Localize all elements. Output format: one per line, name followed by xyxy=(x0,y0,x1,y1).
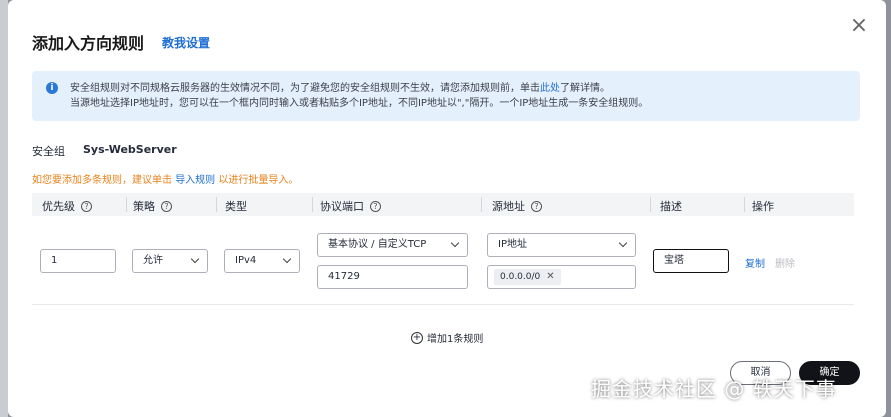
copy-rule-link[interactable]: 复制 xyxy=(745,255,765,270)
description-input[interactable]: 宝塔 xyxy=(653,249,729,273)
security-group-value: Sys-WebServer xyxy=(83,143,177,156)
source-ip-input[interactable]: 0.0.0.0/0 ✕ xyxy=(487,265,636,289)
chevron-down-icon xyxy=(450,238,460,248)
help-icon[interactable]: ? xyxy=(531,200,542,212)
header-action: 操作 xyxy=(752,200,774,213)
row-divider xyxy=(32,304,854,305)
help-icon[interactable]: ? xyxy=(370,200,381,212)
type-select[interactable]: IPv4 xyxy=(224,249,300,273)
watermark: 掘金技术社区 @ 轶天下事 xyxy=(591,377,837,401)
close-icon[interactable]: × xyxy=(849,15,869,37)
header-policy: 策略? xyxy=(133,198,172,214)
dialog-header: 添加入方向规则 教我设置 xyxy=(32,30,210,54)
dialog-title: 添加入方向规则 xyxy=(32,34,145,53)
bulk-import-tip: 如您要添加多条规则，建议单击 导入规则 以进行批量导入。 xyxy=(32,175,299,186)
plus-circle-icon: + xyxy=(411,331,423,344)
info-notice: i 安全组规则对不同规格云服务器的生效情况不同，为了避免您的安全组规则不生效，请… xyxy=(32,71,860,121)
source-type-select[interactable]: IP地址 xyxy=(487,233,636,257)
backdrop xyxy=(0,0,8,417)
security-group-label: 安全组 xyxy=(32,145,65,158)
help-icon[interactable]: ? xyxy=(161,200,172,212)
chevron-down-icon xyxy=(618,238,628,248)
header-description: 描述 xyxy=(660,200,682,213)
security-group-row: 安全组 Sys-WebServer xyxy=(32,143,177,159)
header-protocol-port: 协议端口? xyxy=(320,198,381,214)
chevron-down-icon xyxy=(190,254,200,264)
notice-line-2: 当源地址选择IP地址时，您可以在一个框内同时输入或者粘贴多个IP地址，不同IP地… xyxy=(70,98,649,109)
header-type: 类型 xyxy=(225,200,247,213)
port-input[interactable]: 41729 xyxy=(317,265,468,289)
help-icon[interactable]: ? xyxy=(81,200,92,212)
chevron-down-icon xyxy=(282,254,292,264)
header-priority: 优先级? xyxy=(42,198,92,214)
tag-close-icon[interactable]: ✕ xyxy=(546,271,554,282)
info-icon: i xyxy=(46,82,58,94)
import-rules-link[interactable]: 导入规则 xyxy=(175,175,215,186)
rules-table-header: 优先级? 策略? 类型 协议端口? 源地址? 描述 操作 xyxy=(32,193,854,216)
priority-input[interactable]: 1 xyxy=(40,249,116,273)
add-rule-button[interactable]: + 增加1条规则 xyxy=(411,330,483,345)
header-source: 源地址? xyxy=(492,198,542,214)
notice-details-link[interactable]: 此处 xyxy=(540,83,560,94)
policy-select[interactable]: 允许 xyxy=(132,249,208,273)
ip-tag: 0.0.0.0/0 ✕ xyxy=(494,269,561,285)
notice-line-1: 安全组规则对不同规格云服务器的生效情况不同，为了避免您的安全组规则不生效，请您添… xyxy=(70,83,610,94)
delete-rule-link[interactable]: 删除 xyxy=(775,255,795,270)
help-link[interactable]: 教我设置 xyxy=(162,34,210,51)
protocol-select[interactable]: 基本协议 / 自定义TCP xyxy=(317,233,468,257)
add-inbound-rule-dialog: 添加入方向规则 教我设置 × i 安全组规则对不同规格云服务器的生效情况不同，为… xyxy=(8,0,886,417)
